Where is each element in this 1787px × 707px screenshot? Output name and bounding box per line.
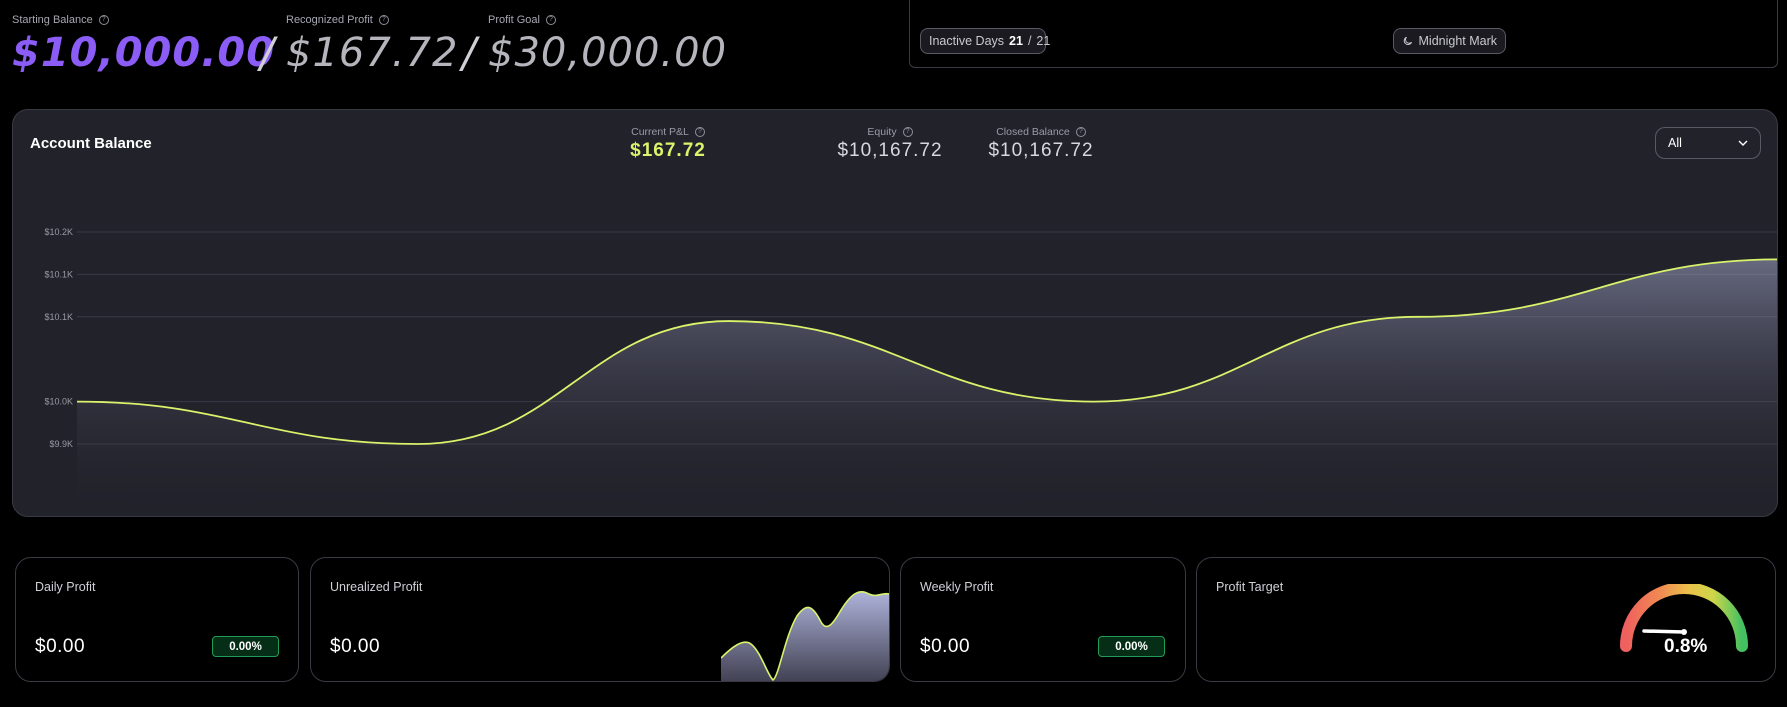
- closed-balance-value: $10,167.72: [988, 140, 1094, 161]
- top-stats: Starting Balance ? $10,000.00 / Recogniz…: [12, 14, 912, 77]
- range-select-value: All: [1668, 136, 1682, 150]
- account-balance-chart: $10.2K $10.1K $10.1K $10.0K $9.9K: [44, 227, 1777, 516]
- help-icon[interactable]: ?: [694, 127, 705, 137]
- daily-profit-change-badge: 0.00%: [212, 636, 279, 657]
- status-panel: Inactive Days 21 / 21 Midnight Mark: [909, 0, 1778, 68]
- inactive-days-total: 21: [1036, 34, 1051, 48]
- daily-profit-title: Daily Profit: [35, 580, 96, 594]
- starting-balance-label: Starting Balance: [12, 14, 93, 26]
- closed-balance-metric: Closed Balance ? $10,167.72: [976, 126, 1106, 162]
- unrealized-profit-title: Unrealized Profit: [330, 580, 423, 594]
- stat-separator: /: [462, 28, 477, 77]
- inactive-days-label: Inactive Days: [929, 34, 1005, 48]
- inactive-days-current: 21: [1009, 34, 1023, 48]
- y-tick-label: $10.0K: [44, 397, 73, 407]
- midnight-mark-badge[interactable]: Midnight Mark: [1393, 28, 1506, 54]
- help-icon[interactable]: ?: [98, 15, 109, 25]
- equity-label: Equity: [867, 126, 897, 138]
- current-pnl-label: Current P&L: [631, 126, 689, 138]
- stat-separator: /: [260, 28, 275, 77]
- help-icon[interactable]: ?: [545, 15, 556, 25]
- sparkline-area: [721, 591, 889, 681]
- daily-profit-card: Daily Profit $0.00 0.00%: [15, 557, 299, 682]
- inactive-days-badge: Inactive Days 21 / 21: [920, 28, 1050, 54]
- profit-target-card: Profit Target 0.8%: [1196, 557, 1776, 682]
- help-icon[interactable]: ?: [378, 15, 389, 25]
- account-balance-title: Account Balance: [30, 135, 152, 152]
- inactive-days-divider: /: [1027, 34, 1032, 48]
- profit-target-value: 0.8%: [1664, 636, 1708, 657]
- midnight-mark-label: Midnight Mark: [1418, 34, 1498, 48]
- unrealized-profit-value: $0.00: [330, 636, 381, 657]
- help-icon[interactable]: ?: [1075, 127, 1086, 137]
- help-icon[interactable]: ?: [902, 127, 913, 137]
- starting-balance-value: $10,000.00: [12, 30, 276, 76]
- current-pnl-value: $167.72: [630, 140, 706, 161]
- equity-metric: Equity ? $10,167.72: [825, 126, 955, 162]
- y-tick-label: $10.1K: [44, 312, 73, 322]
- weekly-profit-value: $0.00: [920, 636, 971, 657]
- chevron-down-icon: [1738, 140, 1748, 146]
- weekly-profit-change-badge: 0.00%: [1098, 636, 1165, 657]
- moon-icon: [1403, 36, 1413, 45]
- unrealized-profit-card: Unrealized Profit $0.00: [310, 557, 890, 682]
- profit-goal-stat: Profit Goal ? $30,000.00: [488, 14, 727, 76]
- recognized-profit-stat: Recognized Profit ? $167.72: [286, 14, 458, 76]
- y-tick-label: $10.2K: [44, 227, 73, 237]
- closed-balance-label: Closed Balance: [996, 126, 1070, 138]
- gauge-pivot: [1681, 629, 1687, 635]
- unrealized-profit-sparkline: [721, 590, 889, 681]
- y-tick-label: $10.1K: [44, 269, 73, 279]
- y-tick-label: $9.9K: [49, 439, 73, 449]
- account-balance-card: $10.2K $10.1K $10.1K $10.0K $9.9K Account Ba…: [12, 109, 1778, 517]
- weekly-profit-card: Weekly Profit $0.00 0.00%: [900, 557, 1186, 682]
- recognized-profit-label: Recognized Profit: [286, 14, 373, 26]
- weekly-profit-title: Weekly Profit: [920, 580, 994, 594]
- equity-value: $10,167.72: [837, 140, 943, 161]
- balance-area: [77, 259, 1777, 516]
- current-pnl-metric: Current P&L ? $167.72: [608, 126, 728, 162]
- recognized-profit-value: $167.72: [286, 30, 459, 76]
- profit-target-title: Profit Target: [1216, 580, 1284, 594]
- daily-profit-value: $0.00: [35, 636, 86, 657]
- range-select[interactable]: All: [1655, 127, 1761, 159]
- starting-balance-stat: Starting Balance ? $10,000.00: [12, 14, 275, 76]
- gauge-needle: [1642, 629, 1686, 634]
- profit-goal-value: $30,000.00: [488, 30, 728, 76]
- profit-goal-label: Profit Goal: [488, 14, 540, 26]
